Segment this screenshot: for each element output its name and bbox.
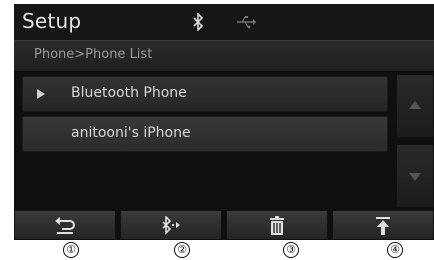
breadcrumb-text: Phone>Phone List <box>34 47 153 62</box>
bluetooth-connect-button[interactable] <box>120 210 222 240</box>
move-to-top-button[interactable] <box>332 210 434 240</box>
delete-button[interactable] <box>226 210 328 240</box>
list-item-label: anitooni's iPhone <box>71 125 191 141</box>
scroll-up-button[interactable] <box>396 74 434 138</box>
play-arrow-icon <box>37 89 45 99</box>
callout-4: ④ <box>387 242 403 258</box>
list-item-device[interactable]: anitooni's iPhone <box>22 116 388 152</box>
list-item-label: Bluetooth Phone <box>71 85 187 101</box>
bluetooth-icon <box>193 13 204 31</box>
scroll-up-icon <box>409 101 421 109</box>
header-bar: Setup <box>14 4 434 40</box>
infotainment-screen: Setup Phone>Phone List Bluetooth Phone a… <box>14 4 434 240</box>
breadcrumb: Phone>Phone List <box>14 40 434 72</box>
bluetooth-connect-icon <box>162 216 180 235</box>
list-item-bluetooth-phone[interactable]: Bluetooth Phone <box>22 76 388 112</box>
usb-icon <box>237 16 256 29</box>
bottom-toolbar <box>14 210 434 240</box>
move-to-top-icon <box>376 217 390 235</box>
back-button[interactable] <box>14 210 116 240</box>
page-title: Setup <box>22 9 82 33</box>
back-icon <box>55 217 75 234</box>
scroll-down-icon <box>409 173 421 181</box>
callout-1: ① <box>63 242 79 258</box>
trash-icon <box>270 216 284 235</box>
callout-3: ③ <box>283 242 299 258</box>
callout-2: ② <box>174 242 190 258</box>
scroll-down-button[interactable] <box>396 144 434 208</box>
